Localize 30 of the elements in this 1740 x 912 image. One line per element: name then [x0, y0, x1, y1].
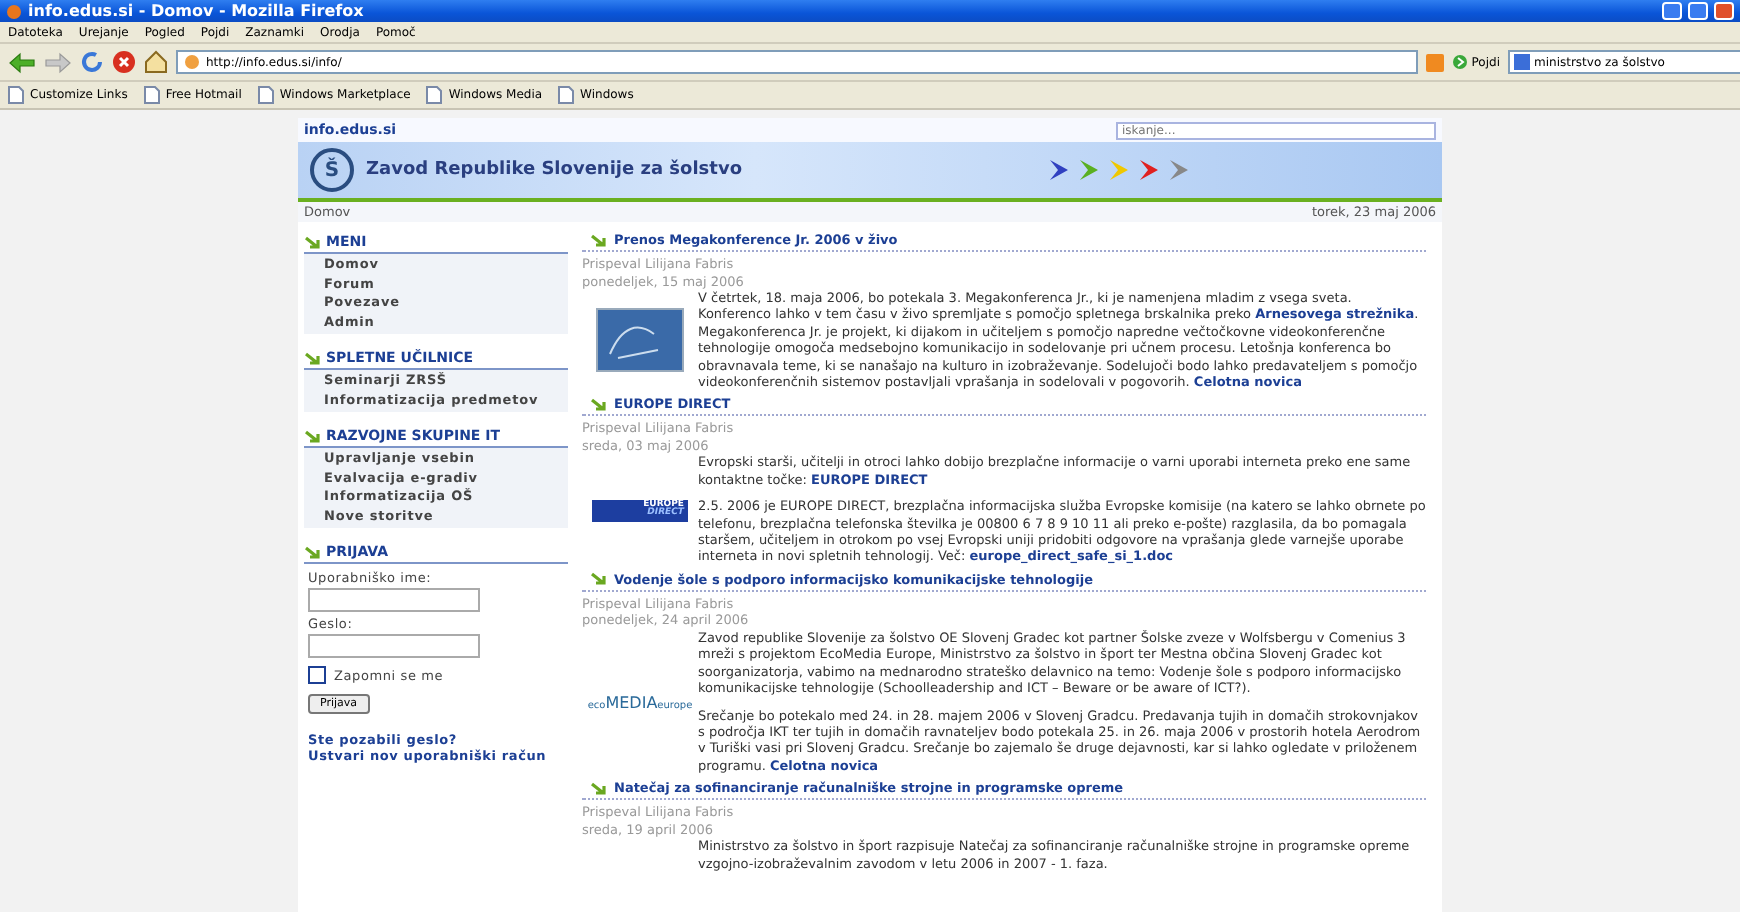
page-icon: [8, 86, 24, 104]
page-icon: [257, 86, 274, 104]
site-logo: Š: [310, 148, 354, 192]
arrow-icon: [304, 351, 322, 365]
go-icon: [1451, 54, 1468, 70]
username-field[interactable]: [308, 588, 480, 612]
arrow-icon: [590, 233, 608, 247]
arrow-icon: [304, 429, 322, 443]
arrow-icon: [304, 235, 322, 249]
stop-icon[interactable]: [112, 50, 136, 74]
arrow-icon: [590, 572, 608, 587]
remember-checkbox[interactable]: [308, 666, 326, 684]
forward-icon[interactable]: [44, 51, 72, 73]
arrow-icon: [590, 397, 608, 412]
back-icon[interactable]: [8, 51, 36, 73]
page-icon: [143, 86, 160, 104]
banner-title: Zavod Republike Slovenije za šolstvo: [366, 160, 745, 180]
page-icon: [426, 86, 443, 104]
close-button[interactable]: [1714, 2, 1734, 20]
reload-icon[interactable]: [80, 50, 104, 74]
home-icon[interactable]: [144, 50, 168, 74]
arrow-icon: [590, 781, 608, 796]
site-icon: [184, 54, 200, 70]
maximize-button[interactable]: [1688, 2, 1708, 20]
arrow-icon: [304, 545, 322, 559]
password-field[interactable]: [308, 634, 480, 658]
page-icon: [558, 86, 575, 104]
minimize-button[interactable]: [1662, 2, 1682, 20]
window-title: info.edus.si - Domov - Mozilla Firefox: [28, 2, 366, 20]
conference-logo: [596, 308, 684, 373]
